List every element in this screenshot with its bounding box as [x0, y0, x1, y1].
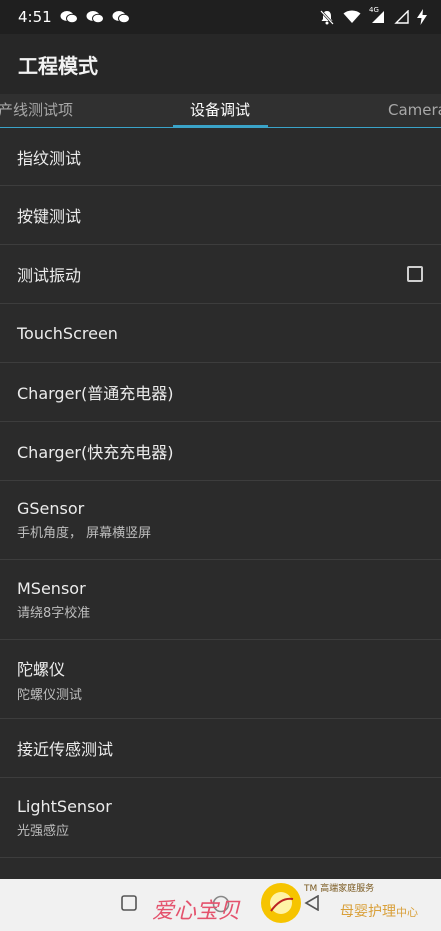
wechat-notification-icon — [112, 11, 130, 24]
item-label: 陀螺仪 — [17, 659, 66, 679]
item-sublabel: 手机角度， 屏幕横竖屏 — [17, 526, 152, 541]
watermark-subtitle: 母婴护理中心 — [340, 901, 418, 921]
list-item-gyroscope[interactable]: 陀螺仪 陀螺仪测试 — [0, 640, 441, 719]
item-label: 测试振动 — [17, 266, 82, 285]
back-button-icon[interactable] — [304, 895, 320, 911]
status-right: 4G — [319, 6, 427, 25]
status-time: 4:51 — [18, 8, 52, 26]
item-label: 指纹测试 — [17, 148, 82, 168]
settings-list: 指纹测试 按键测试 测试振动 TouchScreen Charger(普通充电器… — [0, 128, 441, 888]
list-item-proximity-test[interactable]: 接近传感测试 — [0, 719, 441, 778]
tab-camera[interactable]: Camera — [388, 94, 441, 127]
item-sublabel: 光强感应 — [17, 823, 70, 839]
list-item-charger-normal[interactable]: Charger(普通充电器) — [0, 363, 441, 422]
network-type-badge: 4G — [369, 6, 379, 14]
item-label: TouchScreen — [17, 323, 118, 343]
tab-device-debug[interactable]: 设备调试 — [190, 94, 250, 127]
list-item-msensor[interactable]: MSensor 请绕8字校准 — [0, 560, 441, 640]
app-bar: 工程模式 — [0, 34, 441, 94]
cell-signal-2-icon — [394, 10, 409, 24]
item-sublabel: 请绕8字校准 — [17, 605, 91, 621]
list-item-key-test[interactable]: 按键测试 — [0, 186, 441, 245]
tab-bar: 产线测试项 设备调试 Camera — [0, 94, 441, 128]
list-item-lightsensor[interactable]: LightSensor 光强感应 — [0, 778, 441, 858]
item-sublabel: 陀螺仪测试 — [17, 687, 83, 703]
tab-production-test[interactable]: 产线测试项 — [0, 94, 73, 127]
wechat-notification-icon — [60, 11, 78, 24]
watermark-sun-logo-icon — [261, 883, 301, 923]
watermark-subtitle-main: 母婴护理 — [340, 904, 396, 920]
wechat-notification-icon — [86, 11, 104, 24]
item-label: 按键测试 — [17, 207, 82, 226]
list-item-gsensor[interactable]: GSensor 手机角度， 屏幕横竖屏 — [0, 481, 441, 560]
item-label: 接近传感测试 — [17, 740, 114, 759]
watermark-text: 爱心宝贝 — [152, 899, 241, 924]
mute-bell-icon — [320, 10, 334, 25]
item-label: Charger(快充充电器) — [17, 443, 174, 462]
list-item-charger-fast[interactable]: Charger(快充充电器) — [0, 422, 441, 481]
watermark-subtitle-small: 中心 — [396, 906, 418, 919]
wifi-icon — [343, 10, 361, 23]
status-left: 4:51 — [18, 8, 130, 26]
item-label: GSensor — [17, 499, 85, 518]
cell-signal-group: 4G — [369, 6, 385, 24]
page-title: 工程模式 — [18, 53, 98, 78]
status-bar: 4:51 4G — [0, 0, 441, 34]
list-item-touchscreen[interactable]: TouchScreen — [0, 304, 441, 363]
recents-button-icon[interactable] — [121, 895, 137, 911]
item-label: LightSensor — [17, 796, 112, 816]
item-label: Charger(普通充电器) — [17, 384, 174, 403]
battery-charging-icon — [417, 9, 427, 25]
list-item-vibration-test[interactable]: 测试振动 — [0, 245, 441, 304]
vibration-checkbox[interactable] — [407, 266, 423, 282]
item-label: MSensor — [17, 578, 86, 598]
navigation-bar: 爱心宝贝 TM 高端家庭服务 母婴护理中心 — [0, 879, 441, 931]
list-item-fingerprint-test[interactable]: 指纹测试 — [0, 128, 441, 186]
watermark-tagline: TM 高端家庭服务 — [304, 884, 375, 894]
